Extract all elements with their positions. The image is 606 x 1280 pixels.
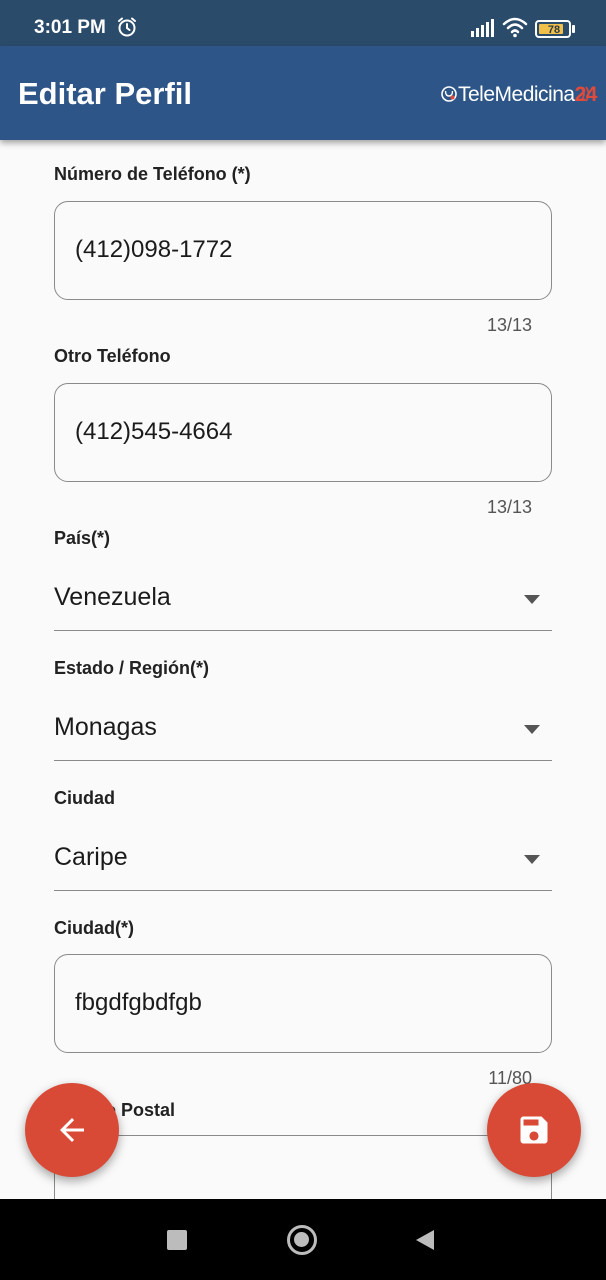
city-text-input-value: fbgdfgbdfgb — [75, 989, 202, 1016]
other-phone-input[interactable]: (412)545-4664 — [54, 383, 552, 482]
page-title: Editar Perfil — [18, 76, 192, 111]
city-select[interactable]: Caripe — [54, 831, 552, 891]
country-select[interactable]: Venezuela — [54, 571, 552, 631]
profile-form: Número de Teléfono (*) (412)098-1772 13/… — [0, 140, 606, 1199]
postal-code-input[interactable] — [54, 1135, 552, 1199]
save-button[interactable] — [487, 1083, 581, 1177]
phone-input-value: (412)098-1772 — [75, 236, 233, 263]
signal-icon — [471, 19, 494, 37]
other-phone-input-value: (412)545-4664 — [75, 418, 233, 445]
status-time: 3:01 PM — [34, 17, 106, 38]
logo-text: TeleMedicina — [458, 83, 575, 106]
dropdown-arrow-icon — [524, 595, 540, 604]
city-select-label: Ciudad — [54, 788, 115, 808]
arrow-back-icon — [60, 1118, 84, 1142]
city-text-input[interactable]: fbgdfgbdfgb — [54, 954, 552, 1053]
phone-label: Número de Teléfono (*) — [54, 164, 251, 184]
save-icon — [520, 1116, 548, 1144]
home-circle-icon[interactable] — [287, 1225, 317, 1255]
dropdown-arrow-icon — [524, 725, 540, 734]
telemedicina-logo: TeleMedicina24 — [440, 81, 597, 107]
alarm-icon — [118, 17, 136, 37]
state-select[interactable]: Monagas — [54, 701, 552, 761]
wifi-icon — [502, 17, 528, 38]
signal-waves-icon — [581, 86, 590, 102]
other-phone-counter: 13/13 — [486, 497, 532, 517]
city-select-value: Caripe — [54, 843, 128, 871]
phone-counter: 13/13 — [486, 315, 532, 335]
back-button[interactable] — [25, 1083, 119, 1177]
state-label: Estado / Región(*) — [54, 658, 210, 678]
city-text-label: Ciudad(*) — [54, 918, 134, 938]
stethoscope-icon — [441, 86, 457, 102]
back-triangle-icon[interactable] — [415, 1229, 435, 1251]
recents-square-icon[interactable] — [167, 1230, 187, 1250]
system-navigation-bar — [0, 1199, 606, 1280]
other-phone-label: Otro Teléfono — [54, 346, 171, 366]
battery-level: 78 — [547, 24, 561, 36]
phone-input[interactable]: (412)098-1772 — [54, 201, 552, 300]
state-select-value: Monagas — [54, 713, 157, 741]
country-select-value: Venezuela — [54, 583, 171, 611]
country-label: País(*) — [54, 528, 111, 548]
dropdown-arrow-icon — [524, 855, 540, 864]
battery-icon: 78 — [535, 20, 575, 38]
status-bar: 3:01 PM 78 — [0, 0, 606, 46]
app-bar: Editar Perfil TeleMedicina24 — [0, 46, 606, 140]
